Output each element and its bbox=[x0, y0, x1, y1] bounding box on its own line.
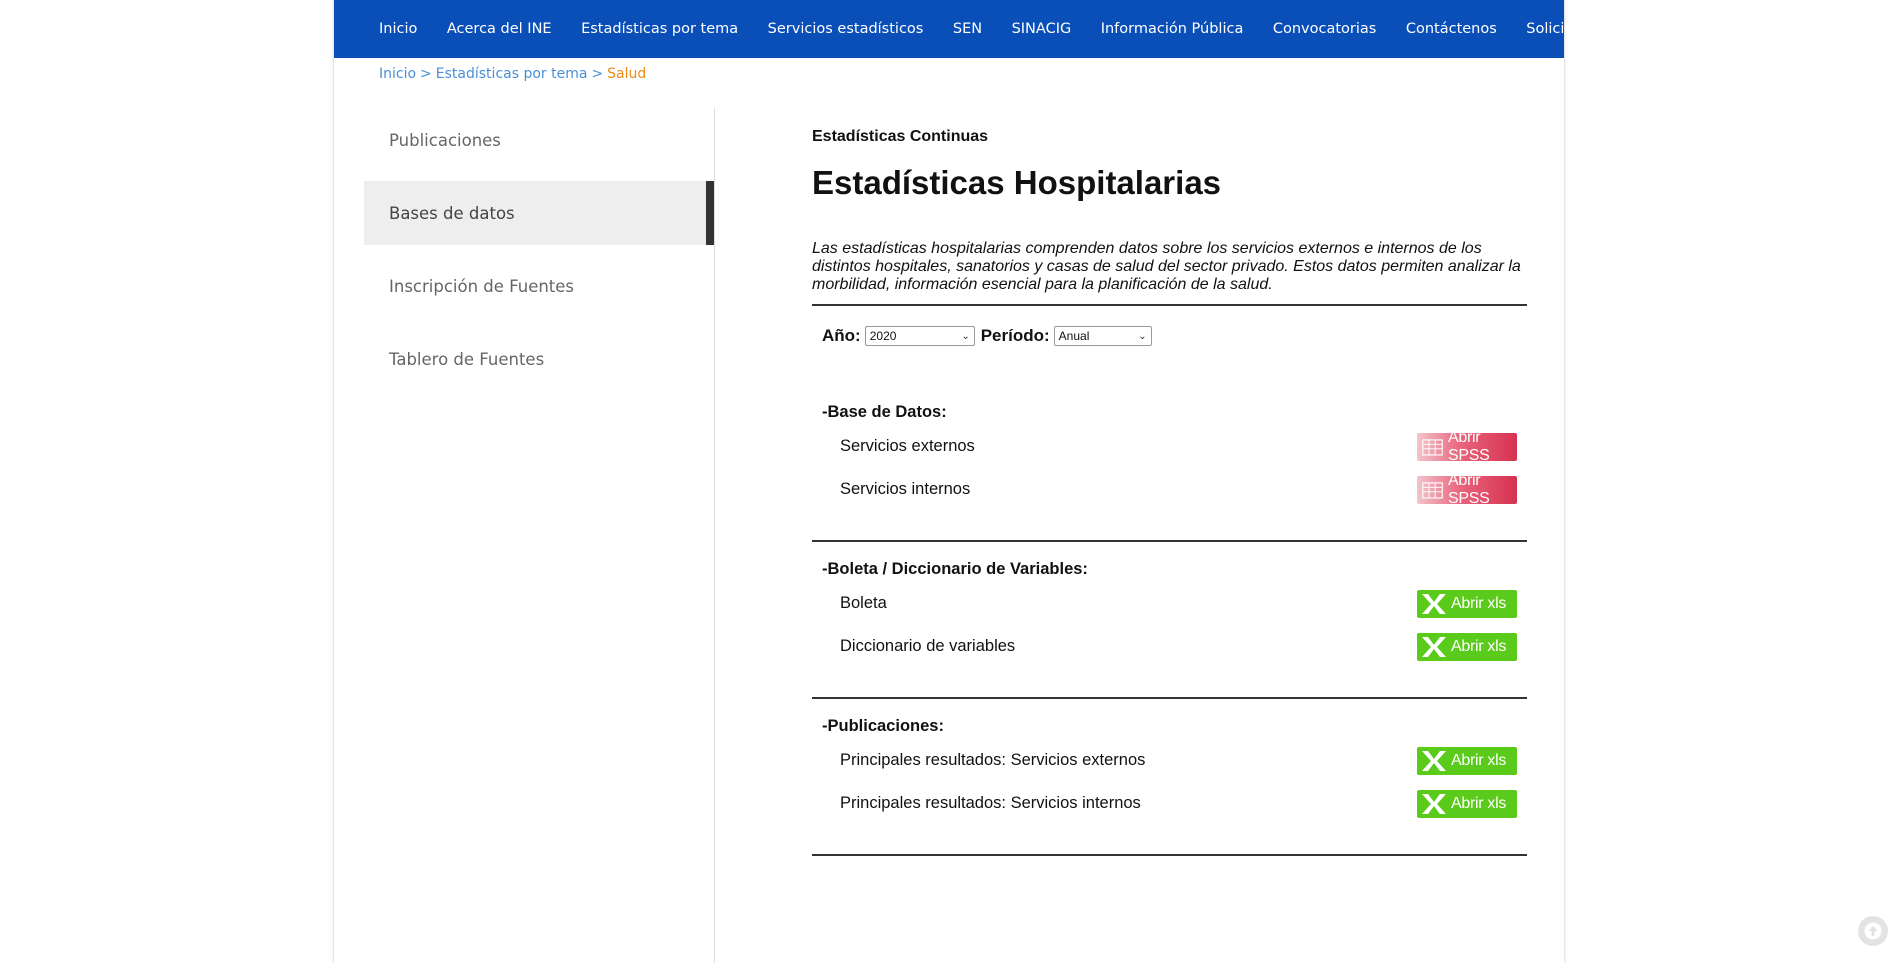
page-subtitle: Estadísticas Continuas bbox=[812, 128, 989, 145]
year-select[interactable]: 2020 ⌄ bbox=[864, 326, 975, 346]
row-label: Servicios internos bbox=[840, 480, 971, 498]
open-xls-button[interactable]: Abrir xls bbox=[1417, 632, 1517, 661]
main-content: Estadísticas Continuas Estadísticas Hosp… bbox=[812, 128, 1527, 856]
divider bbox=[812, 304, 1527, 306]
chevron-down-icon: ⌄ bbox=[1138, 330, 1147, 342]
section-heading-base-de-datos: -Base de Datos: bbox=[822, 403, 947, 421]
excel-x-icon bbox=[1422, 750, 1446, 771]
open-xls-button[interactable]: Abrir xls bbox=[1417, 746, 1517, 775]
sidebar-item-tablero-de-fuentes[interactable]: Tablero de Fuentes bbox=[364, 327, 714, 391]
sidebar-item-bases-de-datos[interactable]: Bases de datos bbox=[364, 181, 714, 245]
open-spss-button[interactable]: Abrir SPSS bbox=[1417, 472, 1517, 507]
open-xls-button[interactable]: Abrir xls bbox=[1417, 789, 1517, 818]
arrow-up-icon bbox=[1864, 922, 1882, 940]
divider bbox=[812, 854, 1527, 856]
period-select-value: Anual bbox=[1058, 329, 1090, 343]
page-title: Estadísticas Hospitalarias bbox=[812, 164, 1222, 201]
period-label: Período: bbox=[980, 326, 1050, 345]
chevron-down-icon: ⌄ bbox=[961, 330, 970, 342]
section-heading-boleta-diccionario: -Boleta / Diccionario de Variables: bbox=[822, 560, 1088, 578]
excel-x-icon bbox=[1422, 793, 1446, 814]
page-description: Las estadísticas hospitalarias comprende… bbox=[812, 240, 1521, 293]
row-label: Principales resultados: Servicios extern… bbox=[840, 751, 1146, 769]
row-label: Diccionario de variables bbox=[840, 637, 1016, 655]
spreadsheet-grid-icon bbox=[1422, 438, 1443, 456]
top-navigation: Inicio Acerca del INE Estadísticas por t… bbox=[334, 0, 1605, 58]
button-label: Abrir SPSS bbox=[1448, 471, 1490, 507]
list-item: Principales resultados: Servicios intern… bbox=[812, 782, 1527, 825]
button-label: Abrir SPSS bbox=[1448, 428, 1490, 464]
nav-convocatorias[interactable]: Convocatorias bbox=[1273, 21, 1376, 37]
nav-informacion-publica[interactable]: Información Pública bbox=[1101, 21, 1244, 37]
year-select-value: 2020 bbox=[869, 329, 897, 343]
sidebar-divider bbox=[714, 108, 715, 963]
nav-estadisticas-por-tema[interactable]: Estadísticas por tema bbox=[581, 21, 738, 37]
open-xls-button[interactable]: Abrir xls bbox=[1417, 589, 1517, 618]
breadcrumb-link-estadisticas[interactable]: Estadísticas por tema bbox=[436, 66, 588, 82]
sidebar-item-publicaciones[interactable]: Publicaciones bbox=[364, 108, 714, 172]
nav-contactenos[interactable]: Contáctenos bbox=[1406, 21, 1497, 37]
excel-x-icon bbox=[1422, 593, 1446, 614]
list-item: Servicios externos Abrir SPSS bbox=[812, 425, 1527, 468]
sidebar-item-inscripcion-de-fuentes[interactable]: Inscripción de Fuentes bbox=[364, 254, 714, 318]
button-label: Abrir xls bbox=[1451, 794, 1507, 812]
open-spss-button[interactable]: Abrir SPSS bbox=[1417, 429, 1517, 464]
nav-servicios-estadisticos[interactable]: Servicios estadísticos bbox=[768, 21, 924, 37]
button-label: Abrir xls bbox=[1451, 751, 1507, 769]
page-container: Inicio Acerca del INE Estadísticas por t… bbox=[334, 0, 1605, 963]
sidebar: Publicaciones Bases de datos Inscripción… bbox=[364, 108, 714, 400]
list-item: Principales resultados: Servicios extern… bbox=[812, 739, 1527, 782]
year-label: Año: bbox=[822, 326, 861, 345]
button-label: Abrir xls bbox=[1451, 637, 1507, 655]
breadcrumb-current: Salud bbox=[607, 66, 647, 82]
breadcrumb-separator: > bbox=[420, 66, 432, 82]
list-item: Servicios internos Abrir SPSS bbox=[812, 468, 1527, 511]
nav-sinacig[interactable]: SINACIG bbox=[1012, 21, 1072, 37]
nav-inicio[interactable]: Inicio bbox=[379, 21, 417, 37]
row-label: Servicios externos bbox=[840, 437, 975, 455]
nav-acerca-del-ine[interactable]: Acerca del INE bbox=[447, 21, 552, 37]
nav-solicitudes[interactable]: Solicitudes bbox=[1526, 21, 1605, 37]
scroll-to-top-button[interactable] bbox=[1858, 916, 1888, 946]
breadcrumb-link-inicio[interactable]: Inicio bbox=[379, 66, 416, 82]
breadcrumb: Inicio > Estadísticas por tema > Salud bbox=[379, 66, 646, 82]
breadcrumb-separator: > bbox=[591, 66, 604, 82]
list-item: Boleta Abrir xls bbox=[812, 582, 1527, 625]
excel-x-icon bbox=[1422, 636, 1446, 657]
nav-sen[interactable]: SEN bbox=[953, 21, 982, 37]
button-label: Abrir xls bbox=[1451, 594, 1507, 612]
period-select[interactable]: Anual ⌄ bbox=[1053, 326, 1152, 346]
list-item: Diccionario de variables Abrir xls bbox=[812, 625, 1527, 668]
row-label: Principales resultados: Servicios intern… bbox=[840, 794, 1141, 812]
section-heading-publicaciones: -Publicaciones: bbox=[822, 717, 944, 735]
filters-bar: Año: 2020 ⌄ Período: Anual ⌄ bbox=[822, 326, 1527, 346]
row-label: Boleta bbox=[840, 594, 887, 612]
spreadsheet-grid-icon bbox=[1422, 481, 1443, 499]
